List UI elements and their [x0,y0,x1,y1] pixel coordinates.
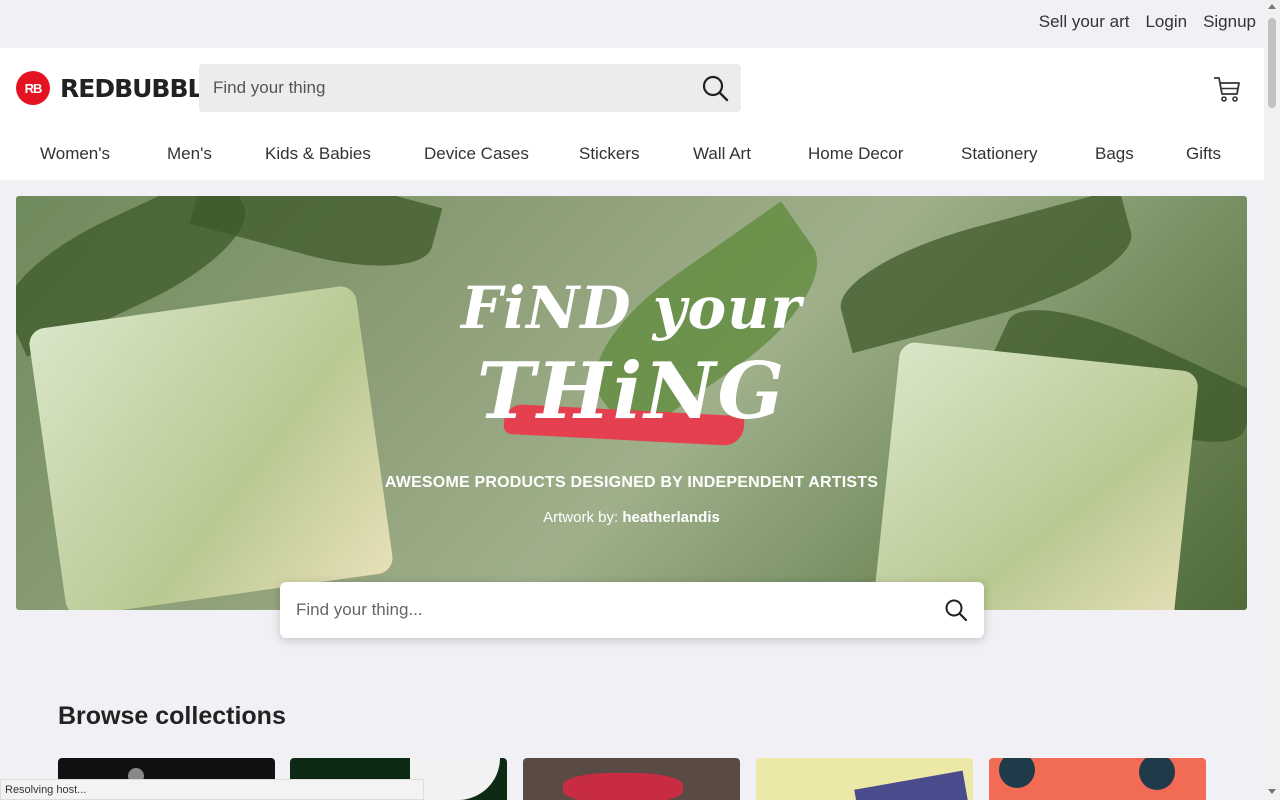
hero-search-bar [280,582,984,638]
nav-stationery[interactable]: Stationery [961,144,1038,164]
hero-tagline: AWESOME PRODUCTS DESIGNED BY INDEPENDENT… [384,474,879,491]
search-icon[interactable] [944,598,968,622]
hero-headline-line1: FiND your [461,274,802,342]
signup-link[interactable]: Signup [1203,12,1256,32]
hero-headline-line2: THiNG [476,346,787,437]
scroll-up-arrow-icon[interactable] [1268,4,1276,9]
nav-kids-babies[interactable]: Kids & Babies [265,144,371,164]
collection-card[interactable] [523,758,740,800]
search-icon[interactable] [701,74,729,102]
page-scrollbar[interactable] [1264,0,1280,800]
header-search-bar [199,64,741,112]
nav-wall-art[interactable]: Wall Art [693,144,751,164]
nav-mens[interactable]: Men's [167,144,212,164]
logo-wordmark: REDBUBBLE [60,73,220,103]
hero-banner[interactable]: FiND your THiNG AWESOME PRODUCTS DESIGNE… [16,196,1247,610]
cart-icon[interactable] [1212,74,1242,104]
top-utility-bar: Sell your art Login Signup [0,0,1264,48]
login-link[interactable]: Login [1145,12,1187,32]
nav-bags[interactable]: Bags [1095,144,1134,164]
hero-search-input[interactable] [280,582,952,638]
collection-thumbnail [854,770,968,800]
nav-device-cases[interactable]: Device Cases [424,144,529,164]
utility-links: Sell your art Login Signup [1039,12,1256,32]
artwork-credit: Artwork by: heatherlandis [16,509,1247,526]
collection-thumbnail [563,773,683,800]
header-search-input[interactable] [199,64,707,112]
nav-stickers[interactable]: Stickers [579,144,639,164]
scrollbar-thumb[interactable] [1268,18,1276,108]
collection-thumbnail [999,758,1035,788]
redbubble-logo[interactable]: RB REDBUBBLE [16,71,220,105]
sell-your-art-link[interactable]: Sell your art [1039,12,1130,32]
logo-badge: RB [16,71,50,105]
collection-card[interactable] [756,758,973,800]
scroll-down-arrow-icon[interactable] [1268,789,1276,794]
artwork-credit-label: Artwork by: [543,509,619,526]
nav-gifts[interactable]: Gifts [1186,144,1221,164]
collection-thumbnail [1139,758,1175,790]
site-header: RB REDBUBBLE Women's Men's Kids & Babies… [0,48,1264,180]
browse-collections-heading: Browse collections [58,702,286,730]
nav-womens[interactable]: Women's [40,144,110,164]
collection-card[interactable] [989,758,1206,800]
artist-name-link[interactable]: heatherlandis [622,509,720,526]
nav-home-decor[interactable]: Home Decor [808,144,903,164]
browser-status-bar: Resolving host... [0,779,424,800]
category-nav: Women's Men's Kids & Babies Device Cases… [0,140,1264,170]
